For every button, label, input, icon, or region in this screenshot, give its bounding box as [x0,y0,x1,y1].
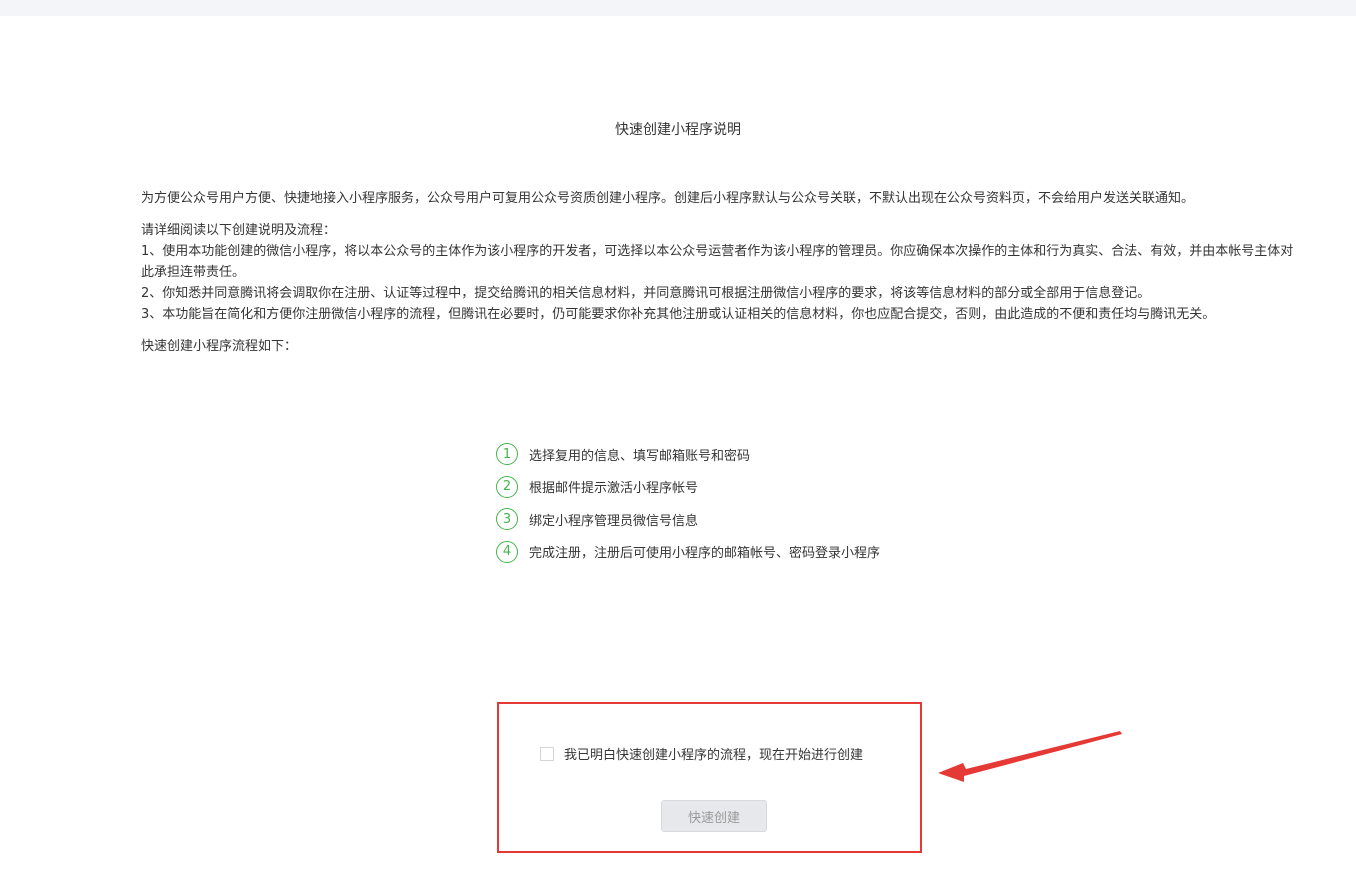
agreement-label: 我已明白快速创建小程序的流程，现在开始进行创建 [564,748,864,763]
instructions-heading: 请详细阅读以下创建说明及流程： [141,223,337,238]
step-number-badge: 3 [496,508,518,530]
instruction-item: 1、使用本功能创建的微信小程序，将以本公众号的主体作为该小程序的开发者，可选择以… [141,244,1294,280]
step-label: 根据邮件提示激活小程序帐号 [529,481,699,496]
instruction-item: 3、本功能旨在简化和方便你注册微信小程序的流程，但腾讯在必要时，仍可能要求你补充… [141,307,1216,322]
flow-title: 快速创建小程序流程如下： [141,339,298,354]
step-number-badge: 2 [496,475,518,498]
step-label: 完成注册，注册后可使用小程序的邮箱帐号、密码登录小程序 [529,546,881,561]
flow-step: 2 根据邮件提示激活小程序帐号 [496,475,880,499]
flow-step: 1 选择复用的信息、填写邮箱账号和密码 [496,442,880,466]
annotation-arrow-icon [938,731,1122,782]
flow-step: 4 完成注册，注册后可使用小程序的邮箱帐号、密码登录小程序 [496,540,880,564]
flow-step: 3 绑定小程序管理员微信号信息 [496,507,880,531]
agreement-row[interactable]: 我已明白快速创建小程序的流程，现在开始进行创建 [540,744,863,763]
description-section: 为方便公众号用户方便、快捷地接入小程序服务，公众号用户可复用公众号资质创建小程序… [141,188,1301,357]
top-bar [0,0,1356,16]
step-label: 选择复用的信息、填写邮箱账号和密码 [529,448,751,464]
step-number-badge: 1 [496,443,518,465]
flow-steps: 1 选择复用的信息、填写邮箱账号和密码 2 根据邮件提示激活小程序帐号 3 绑定… [496,442,880,572]
instruction-item: 2、你知悉并同意腾讯将会调取你在注册、认证等过程中，提交给腾讯的相关信息材料，并… [141,286,1151,301]
step-number-badge: 4 [496,540,518,563]
agreement-checkbox[interactable] [540,746,554,761]
intro-text: 为方便公众号用户方便、快捷地接入小程序服务，公众号用户可复用公众号资质创建小程序… [141,191,1195,206]
step-label: 绑定小程序管理员微信号信息 [529,513,699,529]
quick-create-button[interactable]: 快速创建 [661,800,767,832]
page-title: 快速创建小程序说明 [615,122,741,138]
